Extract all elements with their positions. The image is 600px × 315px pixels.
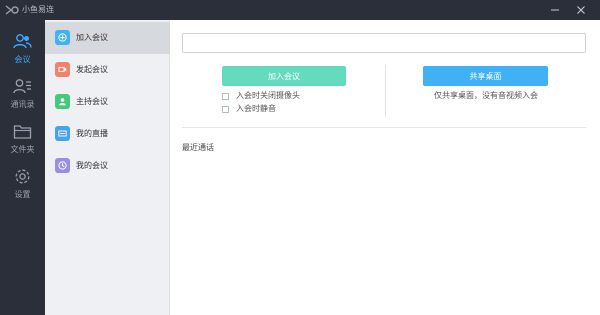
- left-rail: 会议 通讯录 文件夹 设置: [0, 20, 45, 315]
- rail-item-folder[interactable]: 文件夹: [0, 118, 45, 162]
- option-camera-off[interactable]: 入会时关闭摄像头: [222, 91, 300, 101]
- mute-label: 入会时静音: [236, 104, 276, 113]
- camera-off-checkbox[interactable]: [222, 92, 229, 100]
- meeting-number-input[interactable]: [182, 33, 586, 53]
- menu-item-my-meetings[interactable]: 我的会议: [45, 150, 170, 182]
- app-logo-icon: [5, 5, 19, 15]
- menu-item-label: 加入会议: [76, 33, 108, 42]
- rail-item-contacts[interactable]: 通讯录: [0, 73, 45, 117]
- mute-checkbox[interactable]: [222, 105, 229, 113]
- minimize-icon: [551, 9, 559, 11]
- join-meeting-icon: [55, 30, 70, 45]
- rail-item-settings[interactable]: 设置: [0, 163, 45, 207]
- menu-item-label: 主持会议: [76, 97, 108, 106]
- rail-item-label: 会议: [14, 55, 31, 64]
- horizontal-divider: [182, 127, 586, 128]
- contacts-icon: [13, 79, 31, 94]
- menu-item-label: 我的会议: [76, 161, 108, 170]
- app-title: 小鱼易连: [22, 5, 54, 14]
- live-icon: [55, 126, 70, 141]
- host-meeting-icon: [55, 94, 70, 109]
- menu-item-label: 我的直播: [76, 129, 108, 138]
- camera-off-label: 入会时关闭摄像头: [236, 91, 300, 100]
- meeting-menu: 加入会议 发起会议 主持会议 我的直播 我的会议: [45, 20, 170, 315]
- my-meetings-icon: [55, 158, 70, 173]
- vertical-divider: [385, 65, 386, 117]
- option-mute[interactable]: 入会时静音: [222, 104, 276, 114]
- menu-item-host-meeting[interactable]: 主持会议: [45, 86, 170, 118]
- folder-icon: [13, 125, 32, 139]
- recent-calls-title: 最近通话: [182, 143, 214, 152]
- menu-item-label: 发起会议: [76, 65, 108, 74]
- gear-icon: [15, 169, 30, 184]
- share-desktop-note: 仅共享桌面，没有音视频入会: [434, 91, 538, 100]
- meeting-people-icon: [13, 34, 32, 49]
- title-bar: 小鱼易连: [0, 0, 600, 20]
- rail-item-label: 通讯录: [10, 100, 35, 109]
- menu-item-join-meeting[interactable]: 加入会议: [45, 22, 170, 54]
- start-meeting-icon: [55, 62, 70, 77]
- rail-item-label: 设置: [14, 190, 31, 199]
- minimize-button[interactable]: [544, 0, 566, 20]
- rail-item-meeting[interactable]: 会议: [0, 28, 45, 72]
- join-meeting-button[interactable]: 加入会议: [222, 66, 346, 86]
- rail-item-label: 文件夹: [10, 145, 35, 154]
- close-icon: [577, 6, 585, 14]
- close-button[interactable]: [570, 0, 592, 20]
- menu-item-start-meeting[interactable]: 发起会议: [45, 54, 170, 86]
- menu-item-live[interactable]: 我的直播: [45, 118, 170, 150]
- share-desktop-button[interactable]: 共享桌面: [423, 66, 548, 86]
